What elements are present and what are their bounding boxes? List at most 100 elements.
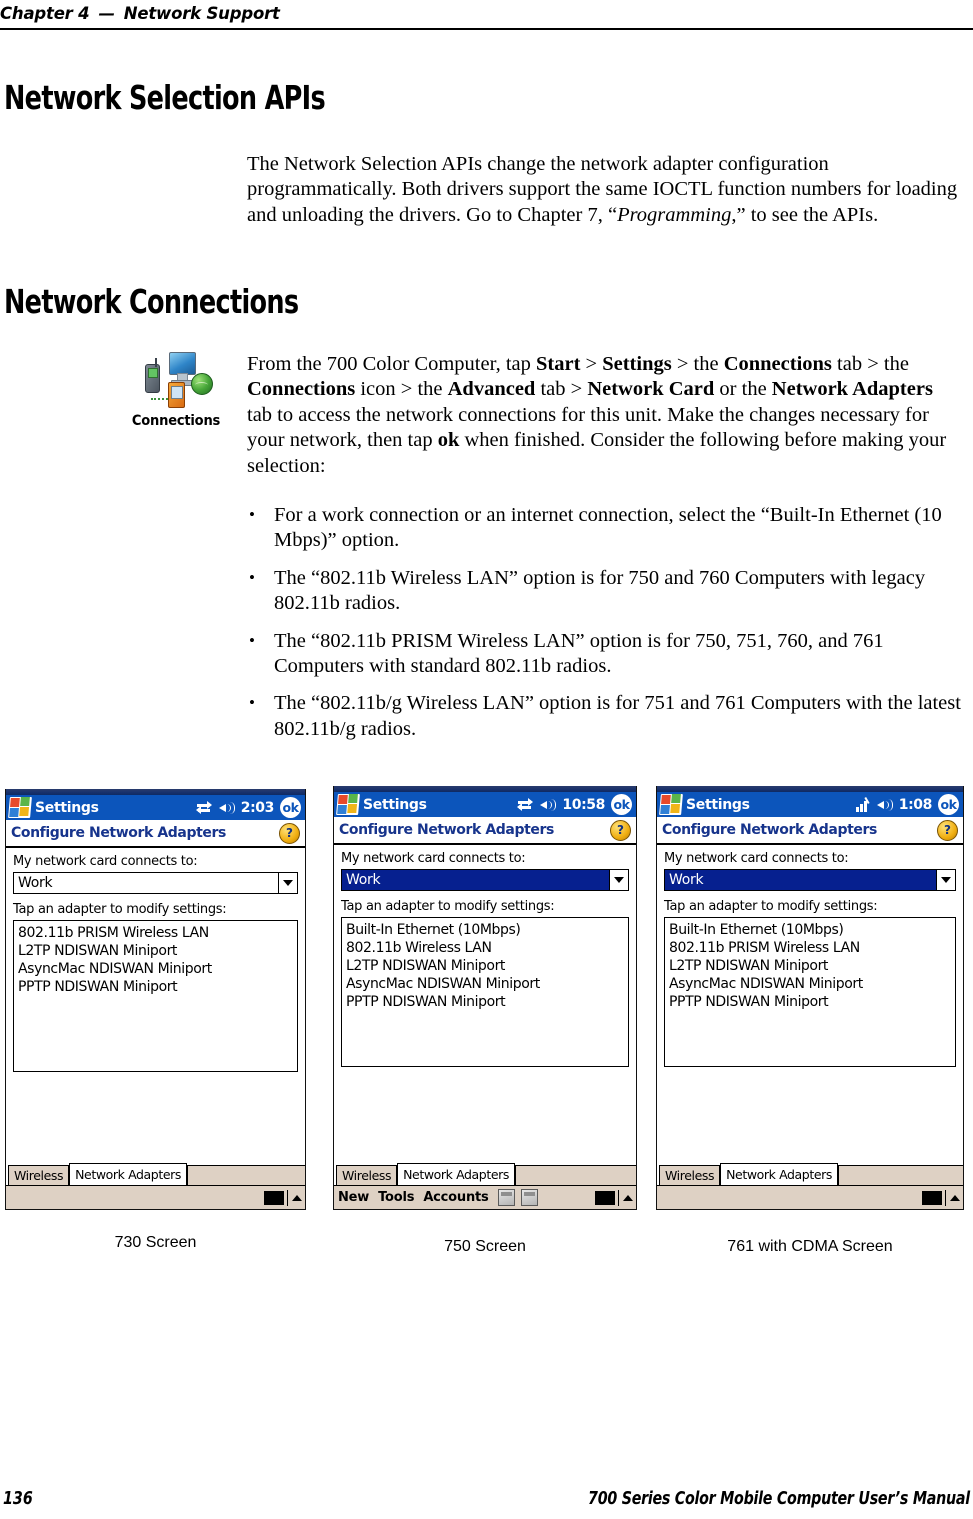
paragraph-intro: The Network Selection APIs change the ne… (247, 152, 962, 228)
main-text-1: From the 700 Color Computer, tap (247, 353, 537, 375)
help-icon[interactable]: ? (610, 819, 631, 841)
network-card-dropdown[interactable]: Work (13, 872, 298, 894)
speaker-icon[interactable] (218, 801, 236, 815)
connectivity-icon[interactable] (517, 797, 534, 812)
list-item: The “802.11b/g Wireless LAN” option is f… (247, 690, 965, 742)
caret-up-icon[interactable] (950, 1194, 960, 1201)
screen-body: My network card connects to: Work Tap an… (657, 845, 963, 1163)
main-text-6: tab > (535, 378, 588, 401)
tab-filler (186, 1165, 305, 1185)
windows-logo-icon[interactable] (336, 794, 360, 815)
speaker-icon[interactable] (540, 798, 557, 812)
caret-up-icon[interactable] (292, 1194, 302, 1201)
ok-button[interactable]: ok (938, 794, 959, 815)
menu-item-new[interactable]: New (338, 1190, 369, 1205)
copy-icon[interactable] (520, 1189, 538, 1206)
list-item[interactable]: 802.11b PRISM Wireless LAN (18, 924, 297, 942)
tab-wireless[interactable]: Wireless (8, 1165, 70, 1185)
titlebar-app-name: Settings (363, 796, 427, 813)
network-card-label: My network card connects to: (13, 854, 198, 869)
adapter-listbox[interactable]: Built-In Ethernet (10Mbps) 802.11b PRISM… (664, 917, 956, 1067)
menu-item-accounts[interactable]: Accounts (423, 1190, 488, 1205)
footer-manual-title: 700 Series Color Mobile Computer User’s … (588, 1488, 970, 1509)
tab-wireless[interactable]: Wireless (659, 1165, 721, 1185)
windows-logo-icon[interactable] (659, 794, 683, 815)
ok-button[interactable]: ok (280, 797, 301, 818)
page-subtitle-bar: Configure Network Adapters ? (657, 817, 963, 845)
intro-text-part2: ,” to see the APIs. (731, 203, 879, 226)
screenshot-750: Settings 10:58 ok Configure Network Adap… (333, 786, 637, 1210)
screenshot-730: Settings 2:03 ok Configure Network Adapt… (5, 789, 306, 1210)
list-item[interactable]: Built-In Ethernet (10Mbps) (346, 921, 628, 939)
tab-filler (514, 1165, 636, 1185)
running-head-title: Network Support (123, 4, 280, 23)
clock[interactable]: 2:03 (241, 800, 275, 816)
network-card-dropdown[interactable]: Work (664, 869, 956, 891)
help-icon[interactable]: ? (937, 819, 958, 841)
tab-wireless[interactable]: Wireless (336, 1165, 398, 1185)
main-text-5: icon > the (355, 378, 448, 401)
chevron-down-icon[interactable] (278, 873, 297, 893)
clock[interactable]: 10:58 (562, 797, 605, 813)
adapter-listbox[interactable]: 802.11b PRISM Wireless LAN L2TP NDISWAN … (13, 920, 298, 1072)
network-card-dropdown[interactable]: Work (341, 869, 629, 891)
handheld-screen-glyph (171, 386, 183, 399)
speaker-icon[interactable] (876, 798, 894, 812)
titlebar-app-name: Settings (686, 796, 750, 813)
taskbar (6, 1185, 305, 1209)
signal-bars-icon[interactable] (855, 796, 870, 812)
page-subtitle-bar: Configure Network Adapters ? (6, 820, 305, 848)
adapter-listbox[interactable]: Built-In Ethernet (10Mbps) 802.11b Wirel… (341, 917, 629, 1067)
chevron-down-icon[interactable] (936, 870, 955, 890)
list-item[interactable]: AsyncMac NDISWAN Miniport (18, 960, 297, 978)
chevron-down-icon[interactable] (609, 870, 628, 890)
save-icon[interactable] (497, 1189, 515, 1206)
running-head: Chapter 4 — Network Support (0, 4, 973, 23)
clock[interactable]: 1:08 (899, 797, 933, 813)
list-item[interactable]: 802.11b Wireless LAN (346, 939, 628, 957)
main-bold-advanced: Advanced (447, 378, 536, 401)
keyboard-icon[interactable] (921, 1190, 942, 1205)
help-icon[interactable]: ? (279, 822, 300, 844)
divider (944, 1189, 946, 1206)
list-item[interactable]: PPTP NDISWAN Miniport (346, 993, 628, 1011)
connectivity-icon[interactable] (195, 800, 212, 815)
network-card-label: My network card connects to: (664, 851, 849, 866)
list-item[interactable]: AsyncMac NDISWAN Miniport (669, 975, 955, 993)
main-text-4: tab > the (831, 353, 909, 375)
list-item[interactable]: PPTP NDISWAN Miniport (669, 993, 955, 1011)
header-rule (0, 28, 973, 30)
main-bold-network-card: Network Card (587, 378, 715, 401)
divider (286, 1189, 288, 1206)
main-bold-connections-tab: Connections (723, 353, 832, 375)
caret-up-icon[interactable] (623, 1194, 633, 1201)
tab-network-adapters[interactable]: Network Adapters (397, 1163, 515, 1185)
ok-button[interactable]: ok (611, 794, 632, 815)
list-item[interactable]: L2TP NDISWAN Miniport (18, 942, 297, 960)
dropdown-value: Work (346, 872, 381, 888)
list-item[interactable]: L2TP NDISWAN Miniport (669, 957, 955, 975)
titlebar: Settings 1:08 ok (657, 792, 963, 817)
list-item[interactable]: PPTP NDISWAN Miniport (18, 978, 297, 996)
menu-item-tools[interactable]: Tools (378, 1190, 414, 1205)
tab-network-adapters[interactable]: Network Adapters (720, 1163, 838, 1185)
adapter-list-label: Tap an adapter to modify settings: (341, 899, 555, 914)
keyboard-icon[interactable] (263, 1190, 284, 1205)
tab-network-adapters[interactable]: Network Adapters (69, 1163, 187, 1185)
page-title: Configure Network Adapters (11, 825, 226, 841)
list-item[interactable]: Built-In Ethernet (10Mbps) (669, 921, 955, 939)
list-item[interactable]: 802.11b PRISM Wireless LAN (669, 939, 955, 957)
dropdown-value: Work (18, 875, 53, 891)
page-number: 136 (3, 1488, 33, 1509)
dropdown-value: Work (669, 872, 704, 888)
list-item[interactable]: L2TP NDISWAN Miniport (346, 957, 628, 975)
page-subtitle-bar: Configure Network Adapters ? (334, 817, 636, 845)
heading-network-selection-apis: Network Selection APIs (4, 78, 326, 117)
windows-logo-icon[interactable] (8, 797, 32, 818)
screen-body: My network card connects to: Work Tap an… (6, 848, 305, 1163)
page-title: Configure Network Adapters (339, 822, 554, 838)
tab-filler (837, 1165, 963, 1185)
keyboard-icon[interactable] (594, 1190, 615, 1205)
titlebar: Settings 2:03 ok (6, 795, 305, 820)
list-item[interactable]: AsyncMac NDISWAN Miniport (346, 975, 628, 993)
